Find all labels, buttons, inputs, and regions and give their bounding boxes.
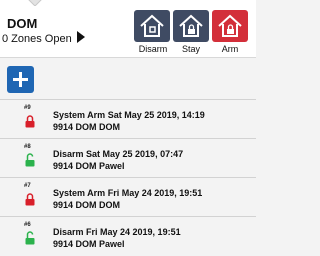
event-detail: 9914 DOM Pawel [53, 239, 125, 249]
add-button[interactable] [7, 66, 34, 93]
arm-button[interactable] [212, 10, 248, 42]
arm-label: Arm [221, 44, 239, 54]
event-title: System Arm Fri May 24 2019, 19:51 [53, 188, 203, 198]
event-row[interactable]: #9 System Arm Sat May 25 2019, 14:19 991… [0, 99, 256, 138]
event-title: System Arm Sat May 25 2019, 14:19 [53, 110, 205, 120]
dropdown-pointer-icon [28, 0, 42, 6]
lock-open-icon [25, 153, 35, 167]
house-lock-icon [218, 14, 242, 37]
event-list: #9 System Arm Sat May 25 2019, 14:19 991… [0, 99, 256, 255]
event-number: #7 [24, 183, 31, 189]
site-title[interactable]: DOM [7, 16, 37, 31]
event-row[interactable]: #7 System Arm Fri May 24 2019, 19:51 991… [0, 177, 256, 216]
event-title: Disarm Fri May 24 2019, 19:51 [53, 227, 181, 237]
event-row[interactable]: #8 Disarm Sat May 25 2019, 07:47 9914 DO… [0, 138, 256, 177]
event-detail: 9914 DOM Pawel [53, 161, 125, 171]
disarm-button[interactable] [134, 10, 170, 42]
plus-icon [13, 72, 28, 87]
event-detail: 9914 DOM DOM [53, 200, 121, 210]
zones-status[interactable]: 0 Zones Open [2, 33, 72, 45]
lock-closed-icon [25, 115, 35, 128]
disarm-label: Disarm [138, 44, 168, 54]
house-icon [140, 14, 164, 37]
house-lock-icon [179, 14, 203, 37]
event-number: #9 [24, 105, 31, 111]
stay-label: Stay [181, 44, 200, 54]
event-number: #8 [24, 144, 31, 150]
event-detail: 9914 DOM DOM [53, 122, 121, 132]
header: DOM 0 Zones Open Disarm Stay Arm [0, 0, 256, 58]
toolbar [0, 59, 256, 99]
lock-closed-icon [25, 193, 35, 206]
event-title: Disarm Sat May 25 2019, 07:47 [53, 149, 184, 159]
lock-open-icon [25, 231, 35, 245]
stay-button[interactable] [173, 10, 209, 42]
play-arrow-icon[interactable] [76, 30, 86, 44]
event-number: #6 [24, 222, 31, 228]
event-row[interactable]: #6 Disarm Fri May 24 2019, 19:51 9914 DO… [0, 216, 256, 255]
